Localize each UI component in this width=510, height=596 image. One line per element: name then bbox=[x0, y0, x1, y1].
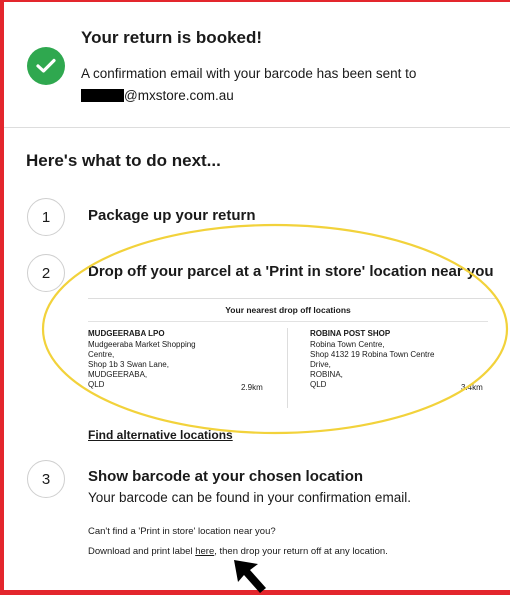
check-icon bbox=[27, 47, 65, 85]
redacted-block bbox=[81, 89, 124, 102]
next-steps-heading: Here's what to do next... bbox=[26, 151, 221, 170]
download-label-here-link[interactable]: here bbox=[195, 546, 214, 557]
frame-left-border bbox=[0, 0, 4, 595]
download-suffix: , then drop your return off at any locat… bbox=[214, 546, 388, 557]
step-number-3: 3 bbox=[27, 460, 65, 498]
annotation-oval bbox=[41, 223, 509, 435]
step-3-subtitle: Your barcode can be found in your confir… bbox=[88, 490, 411, 505]
step-title-3: Show barcode at your chosen location bbox=[88, 468, 364, 485]
email-suffix: @mxstore.com.au bbox=[124, 88, 234, 103]
section-divider bbox=[4, 127, 510, 128]
download-prefix: Download and print label bbox=[88, 546, 196, 557]
cant-find-text: Can't find a 'Print in store' location n… bbox=[88, 526, 276, 537]
download-label-text: Download and print label here, then drop… bbox=[88, 546, 388, 557]
page-title: Your return is booked! bbox=[81, 28, 263, 47]
confirmation-text: A confirmation email with your barcode h… bbox=[81, 66, 417, 81]
pointer-arrow-icon bbox=[234, 560, 266, 593]
email-address: @mxstore.com.au bbox=[81, 88, 234, 103]
frame-top-border bbox=[0, 0, 510, 2]
